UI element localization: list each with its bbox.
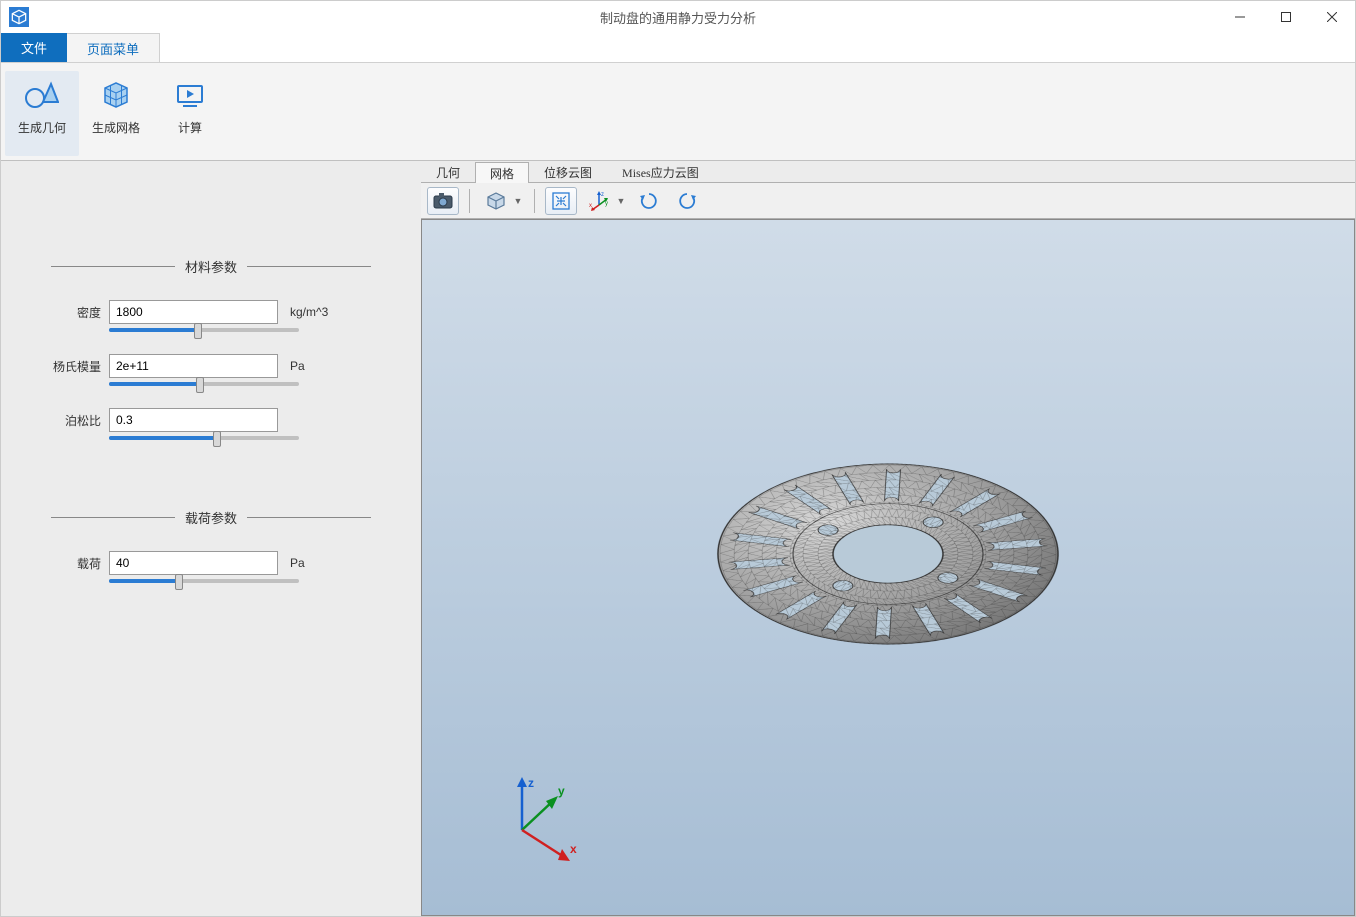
youngs-input[interactable] <box>109 354 278 378</box>
zoom-extents-icon[interactable] <box>545 187 577 215</box>
param-density: 密度 kg/m^3 <box>51 300 371 324</box>
ribbon-gen-mesh[interactable]: 生成网格 <box>79 71 153 156</box>
svg-text:y: y <box>558 784 565 798</box>
dropdown-arrow-icon[interactable]: ▼ <box>615 196 627 206</box>
window-controls <box>1217 1 1355 33</box>
param-unit: Pa <box>290 359 305 373</box>
svg-text:z: z <box>601 192 604 198</box>
axis-gizmo: z y x <box>492 775 582 875</box>
view-tab-displacement[interactable]: 位移云图 <box>529 161 607 182</box>
density-input[interactable] <box>109 300 278 324</box>
maximize-button[interactable] <box>1263 1 1309 33</box>
load-input[interactable] <box>109 551 278 575</box>
param-poisson: 泊松比 <box>51 408 371 432</box>
cube-icon[interactable] <box>480 187 512 215</box>
ribbon-compute[interactable]: 计算 <box>153 71 227 156</box>
param-youngs: 杨氏模量 Pa <box>51 354 371 378</box>
svg-text:x: x <box>570 842 577 856</box>
ribbon-label: 生成几何 <box>18 119 66 136</box>
axis-icon[interactable]: z y x <box>583 187 615 215</box>
menu-page[interactable]: 页面菜单 <box>67 33 160 62</box>
3d-viewport[interactable]: z y x <box>421 219 1355 916</box>
ribbon-gen-geometry[interactable]: 生成几何 <box>5 71 79 156</box>
axis-tool[interactable]: z y x ▼ <box>583 187 627 215</box>
svg-text:y: y <box>605 201 608 207</box>
view-tab-mises[interactable]: Mises应力云图 <box>607 161 714 182</box>
rotate-cw-icon[interactable] <box>633 187 665 215</box>
minimize-button[interactable] <box>1217 1 1263 33</box>
param-label: 密度 <box>51 304 101 321</box>
app-window: 制动盘的通用静力受力分析 文件 页面菜单 生成几何 <box>0 0 1356 917</box>
side-panel: 材料参数 密度 kg/m^3 杨氏模量 Pa <box>1 161 421 916</box>
camera-icon[interactable] <box>427 187 459 215</box>
param-unit: Pa <box>290 556 305 570</box>
svg-text:x: x <box>589 203 592 209</box>
view-tabs: 几何 网格 位移云图 Mises应力云图 <box>421 161 1355 183</box>
section-title: 材料参数 <box>185 257 237 276</box>
youngs-slider[interactable] <box>109 382 299 386</box>
geometry-icon <box>24 77 60 113</box>
section-load: 载荷参数 <box>51 508 371 527</box>
param-load: 载荷 Pa <box>51 551 371 575</box>
menu-tabs: 文件 页面菜单 <box>1 33 1355 63</box>
view-tab-geometry[interactable]: 几何 <box>421 161 475 182</box>
main-area: 材料参数 密度 kg/m^3 杨氏模量 Pa <box>1 161 1355 916</box>
load-slider[interactable] <box>109 579 299 583</box>
titlebar: 制动盘的通用静力受力分析 <box>1 1 1355 33</box>
ribbon-label: 计算 <box>178 119 202 136</box>
param-label: 杨氏模量 <box>51 358 101 375</box>
brake-disc-mesh <box>685 446 1092 661</box>
rotate-ccw-icon[interactable] <box>671 187 703 215</box>
ribbon: 生成几何 生成网格 计算 <box>1 63 1355 161</box>
view-toolbar: ▼ z y x <box>421 183 1355 219</box>
viewport-area: 几何 网格 位移云图 Mises应力云图 ▼ <box>421 161 1355 916</box>
param-label: 载荷 <box>51 555 101 572</box>
poisson-input[interactable] <box>109 408 278 432</box>
close-button[interactable] <box>1309 1 1355 33</box>
ribbon-label: 生成网格 <box>92 119 140 136</box>
compute-icon <box>172 77 208 113</box>
section-title: 载荷参数 <box>185 508 237 527</box>
section-material: 材料参数 <box>51 257 371 276</box>
app-icon <box>9 7 29 27</box>
param-label: 泊松比 <box>51 412 101 429</box>
param-unit: kg/m^3 <box>290 305 328 319</box>
view-tab-mesh[interactable]: 网格 <box>475 162 529 183</box>
svg-text:z: z <box>528 776 534 790</box>
transparency-tool[interactable]: ▼ <box>480 187 524 215</box>
poisson-slider[interactable] <box>109 436 299 440</box>
mesh-icon <box>98 77 134 113</box>
window-title: 制动盘的通用静力受力分析 <box>600 8 756 27</box>
dropdown-arrow-icon[interactable]: ▼ <box>512 196 524 206</box>
density-slider[interactable] <box>109 328 299 332</box>
menu-file[interactable]: 文件 <box>1 33 67 62</box>
